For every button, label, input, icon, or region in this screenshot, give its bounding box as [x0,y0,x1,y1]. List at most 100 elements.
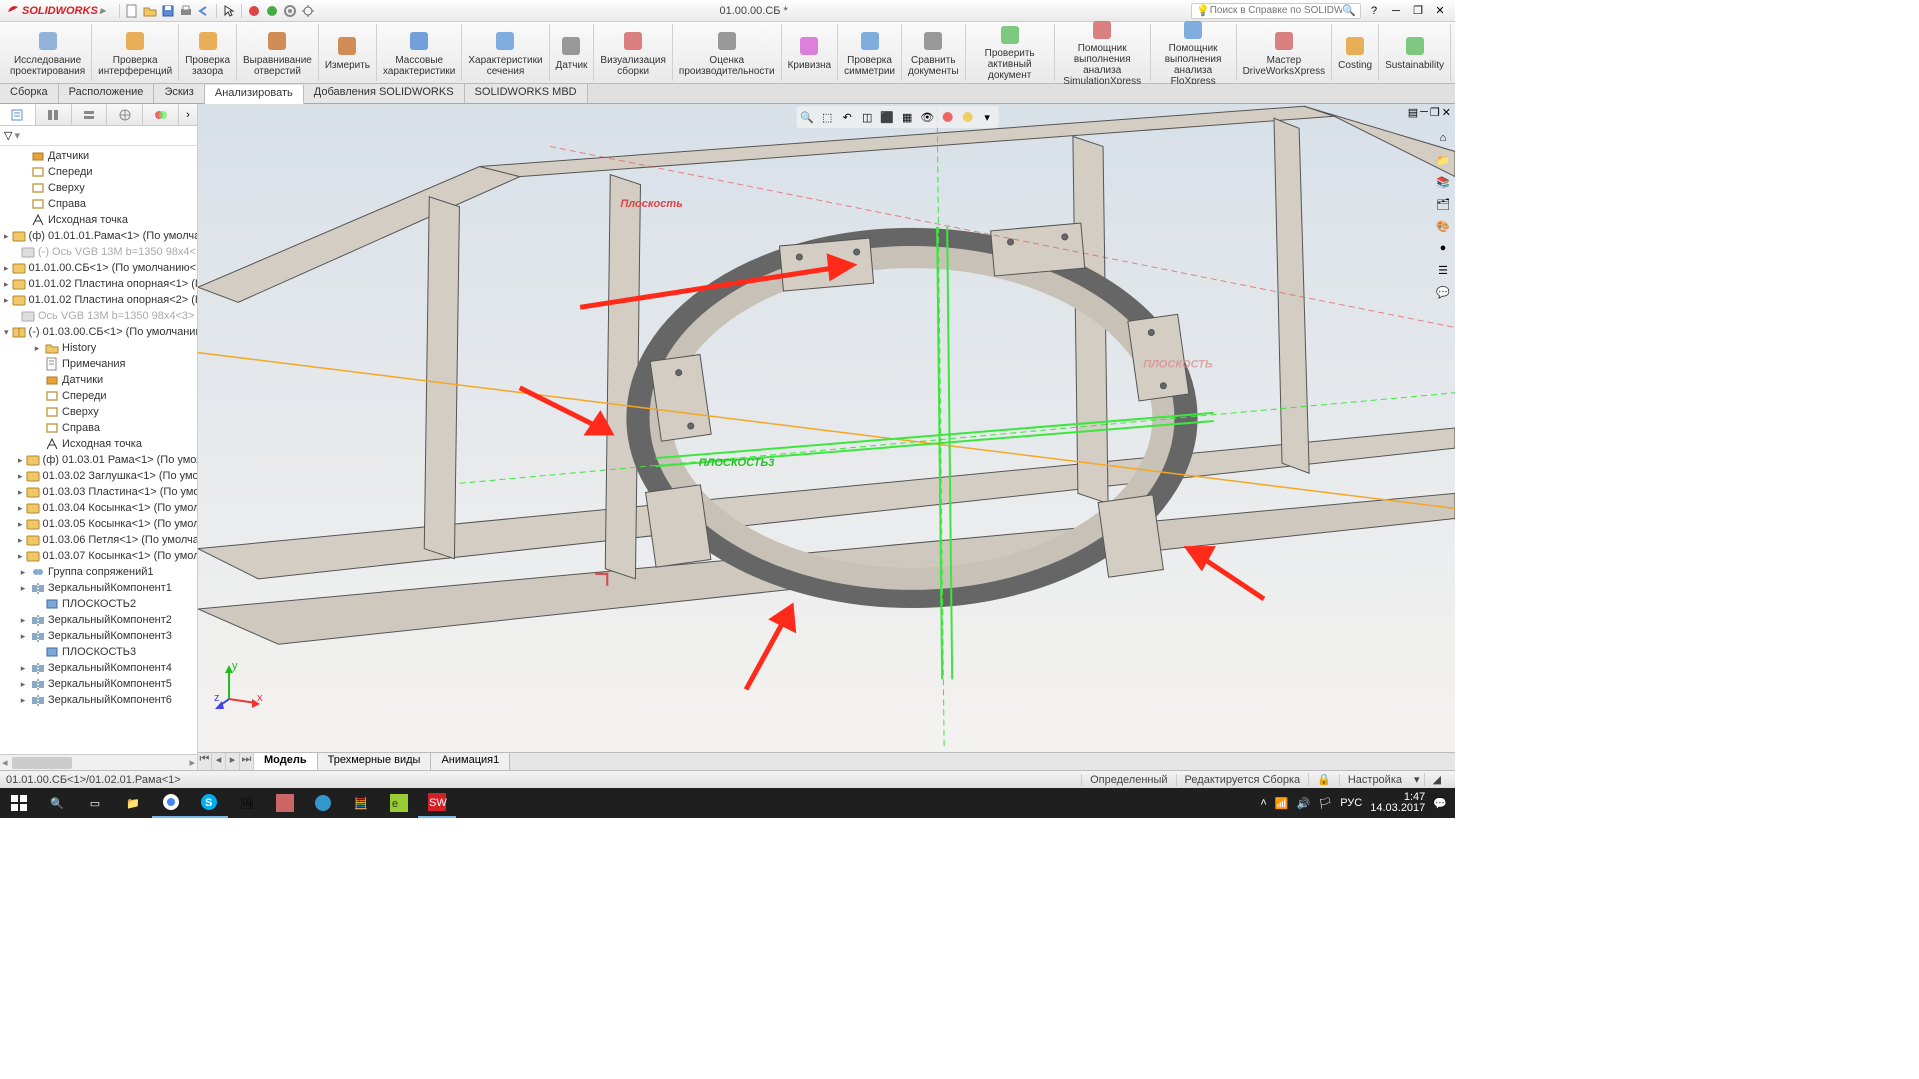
expand-icon[interactable]: ▸ [4,263,9,274]
undo-button[interactable] [196,3,212,19]
tree-node[interactable]: ▸01.03.05 Косынка<1> (По умолч [0,516,197,532]
orientation-triad[interactable]: y x z [214,661,264,714]
expand-icon[interactable]: ▸ [18,471,23,482]
minimize-button[interactable]: ─ [1387,4,1405,18]
section-view-icon[interactable]: ◫ [858,108,876,126]
skype-taskbar-icon[interactable]: S [190,788,228,818]
feature-tree-tab[interactable] [0,104,36,125]
tray-network-icon[interactable]: 📶 [1275,797,1289,810]
app-taskbar-icon-3[interactable] [304,788,342,818]
solidworks-taskbar-icon[interactable]: SW [418,788,456,818]
expand-icon[interactable]: ▸ [32,343,42,354]
appearances-icon[interactable]: ● [1433,238,1453,258]
design-library-icon[interactable]: 📚 [1433,172,1453,192]
tray-language[interactable]: РУС [1340,797,1362,809]
tab-nav-last[interactable]: ⏭ [240,753,254,770]
tree-node[interactable]: ▸01.03.06 Петля<1> (По умолчан [0,532,197,548]
tray-notifications-icon[interactable]: 💬 [1433,797,1447,810]
tree-scrollbar[interactable]: ◂ ▸ [0,754,197,770]
help-button[interactable]: ? [1365,4,1383,18]
tree-node[interactable]: Примечания [0,356,197,372]
help-search-input[interactable] [1210,5,1343,16]
tab-сборка[interactable]: Сборка [0,84,59,103]
zoom-fit-icon[interactable]: 🔍 [798,108,816,126]
property-manager-tab[interactable] [36,104,72,125]
ribbon-cmd-2[interactable]: Проверказазора [179,24,237,81]
start-button[interactable] [0,788,38,818]
ribbon-cmd-5[interactable]: Массовыехарактеристики [377,24,462,81]
home-icon[interactable]: ⌂ [1433,128,1453,148]
vp-restore-icon[interactable]: ❐ [1430,106,1440,119]
expand-icon[interactable]: ▸ [18,615,28,626]
rebuild-all-button[interactable] [264,3,280,19]
logo-dropdown-icon[interactable]: ▸ [100,4,106,17]
ribbon-cmd-4[interactable]: Измерить [319,24,377,81]
expand-icon[interactable]: ▸ [18,535,23,546]
status-setting[interactable]: Настройка [1339,774,1410,786]
config-manager-tab[interactable] [72,104,108,125]
tree-node[interactable]: ▸(ф) 01.03.01 Рама<1> (По умолч [0,452,197,468]
ribbon-cmd-16[interactable]: МастерDriveWorksXpress [1237,24,1333,81]
app-taskbar-icon-1[interactable]: 🖼 [228,788,266,818]
tab-nav-prev[interactable]: ◂ [212,753,226,770]
expand-icon[interactable]: ▸ [18,503,23,514]
expand-icon[interactable]: ▸ [18,583,28,594]
tree-node[interactable]: ▸History [0,340,197,356]
tree-node[interactable]: Исходная точка [0,212,197,228]
tray-volume-icon[interactable]: 🔊 [1297,797,1311,810]
tree-node[interactable]: ▸01.03.07 Косынка<1> (По умолч [0,548,197,564]
expand-icon[interactable]: ▸ [18,695,28,706]
tree-node[interactable]: ▸01.01.02 Пластина опорная<1> (По у [0,276,197,292]
vp-minimize-icon[interactable]: ─ [1420,106,1428,119]
ribbon-cmd-1[interactable]: Проверкаинтерференций [92,24,179,81]
expand-icon[interactable]: ▸ [18,679,28,690]
file-explorer-icon[interactable]: 🗂 [1433,194,1453,214]
expand-icon[interactable]: ▸ [4,295,9,306]
tree-node[interactable]: Спереди [0,388,197,404]
tab-nav-first[interactable]: ⏮ [198,753,212,770]
ribbon-cmd-9[interactable]: Оценкапроизводительности [673,24,782,81]
tray-clock[interactable]: 1:47 14.03.2017 [1370,792,1425,814]
tree-node[interactable]: ▸ЗеркальныйКомпонент6 [0,692,197,708]
chrome-taskbar-icon[interactable] [152,788,190,818]
ribbon-cmd-15[interactable]: Помощниквыполненияанализа FloXpress [1151,24,1237,81]
tree-node[interactable]: (-) Ось VGB 13M b=1350 98x4<1> (П [0,244,197,260]
vp-close-icon[interactable]: ✕ [1442,106,1451,119]
new-file-button[interactable] [124,3,140,19]
rebuild-button[interactable] [246,3,262,19]
ribbon-cmd-7[interactable]: Датчик [550,24,595,81]
tab-solidworks mbd[interactable]: SOLIDWORKS MBD [465,84,588,103]
expand-icon[interactable]: ▸ [18,551,23,562]
hide-show-icon[interactable]: 👁 [918,108,936,126]
edrawings-taskbar-icon[interactable]: e [380,788,418,818]
expand-icon[interactable]: ▸ [4,231,9,242]
scrollbar-thumb[interactable] [12,757,72,769]
system-tray[interactable]: ˄ 📶 🔊 🏳 РУС 1:47 14.03.2017 💬 [1252,792,1455,814]
close-button[interactable]: ✕ [1431,4,1449,18]
tree-node[interactable]: ПЛОСКОСТЬ3 [0,644,197,660]
expand-icon[interactable]: ▸ [18,519,23,530]
tree-node[interactable]: ▸Группа сопряжений1 [0,564,197,580]
feature-tree[interactable]: ДатчикиСпередиСверхуСправаИсходная точка… [0,146,197,754]
search-taskbar-icon[interactable]: 🔍 [38,788,76,818]
resources-icon[interactable]: 📁 [1433,150,1453,170]
help-search[interactable]: 💡 🔍 [1191,3,1361,19]
ribbon-cmd-13[interactable]: Проверитьактивный документ [966,24,1055,81]
bottom-tab-2[interactable]: Анимация1 [431,753,510,770]
sidebar-collapse-button[interactable]: › [179,104,197,125]
zoom-area-icon[interactable]: ⬚ [818,108,836,126]
tree-node[interactable]: ▸ЗеркальныйКомпонент2 [0,612,197,628]
expand-icon[interactable]: ▸ [18,663,28,674]
file-explorer-taskbar-icon[interactable]: 📁 [114,788,152,818]
restore-button[interactable]: ❐ [1409,4,1427,18]
ribbon-cmd-12[interactable]: Сравнитьдокументы [902,24,966,81]
display-style-icon[interactable]: ▦ [898,108,916,126]
tree-node[interactable]: ПЛОСКОСТЬ2 [0,596,197,612]
tree-filter[interactable]: ▽ ▾ [0,126,197,146]
tree-node[interactable]: Спереди [0,164,197,180]
tree-node[interactable]: Датчики [0,372,197,388]
tree-node[interactable]: ▸ЗеркальныйКомпонент4 [0,660,197,676]
tray-chevron-icon[interactable]: ˄ [1260,797,1266,809]
expand-icon[interactable]: ▸ [18,455,23,466]
3d-viewport[interactable]: Плоскость ПЛОСКОСТЬ3 ПЛОСКОСТЬ [198,104,1455,752]
